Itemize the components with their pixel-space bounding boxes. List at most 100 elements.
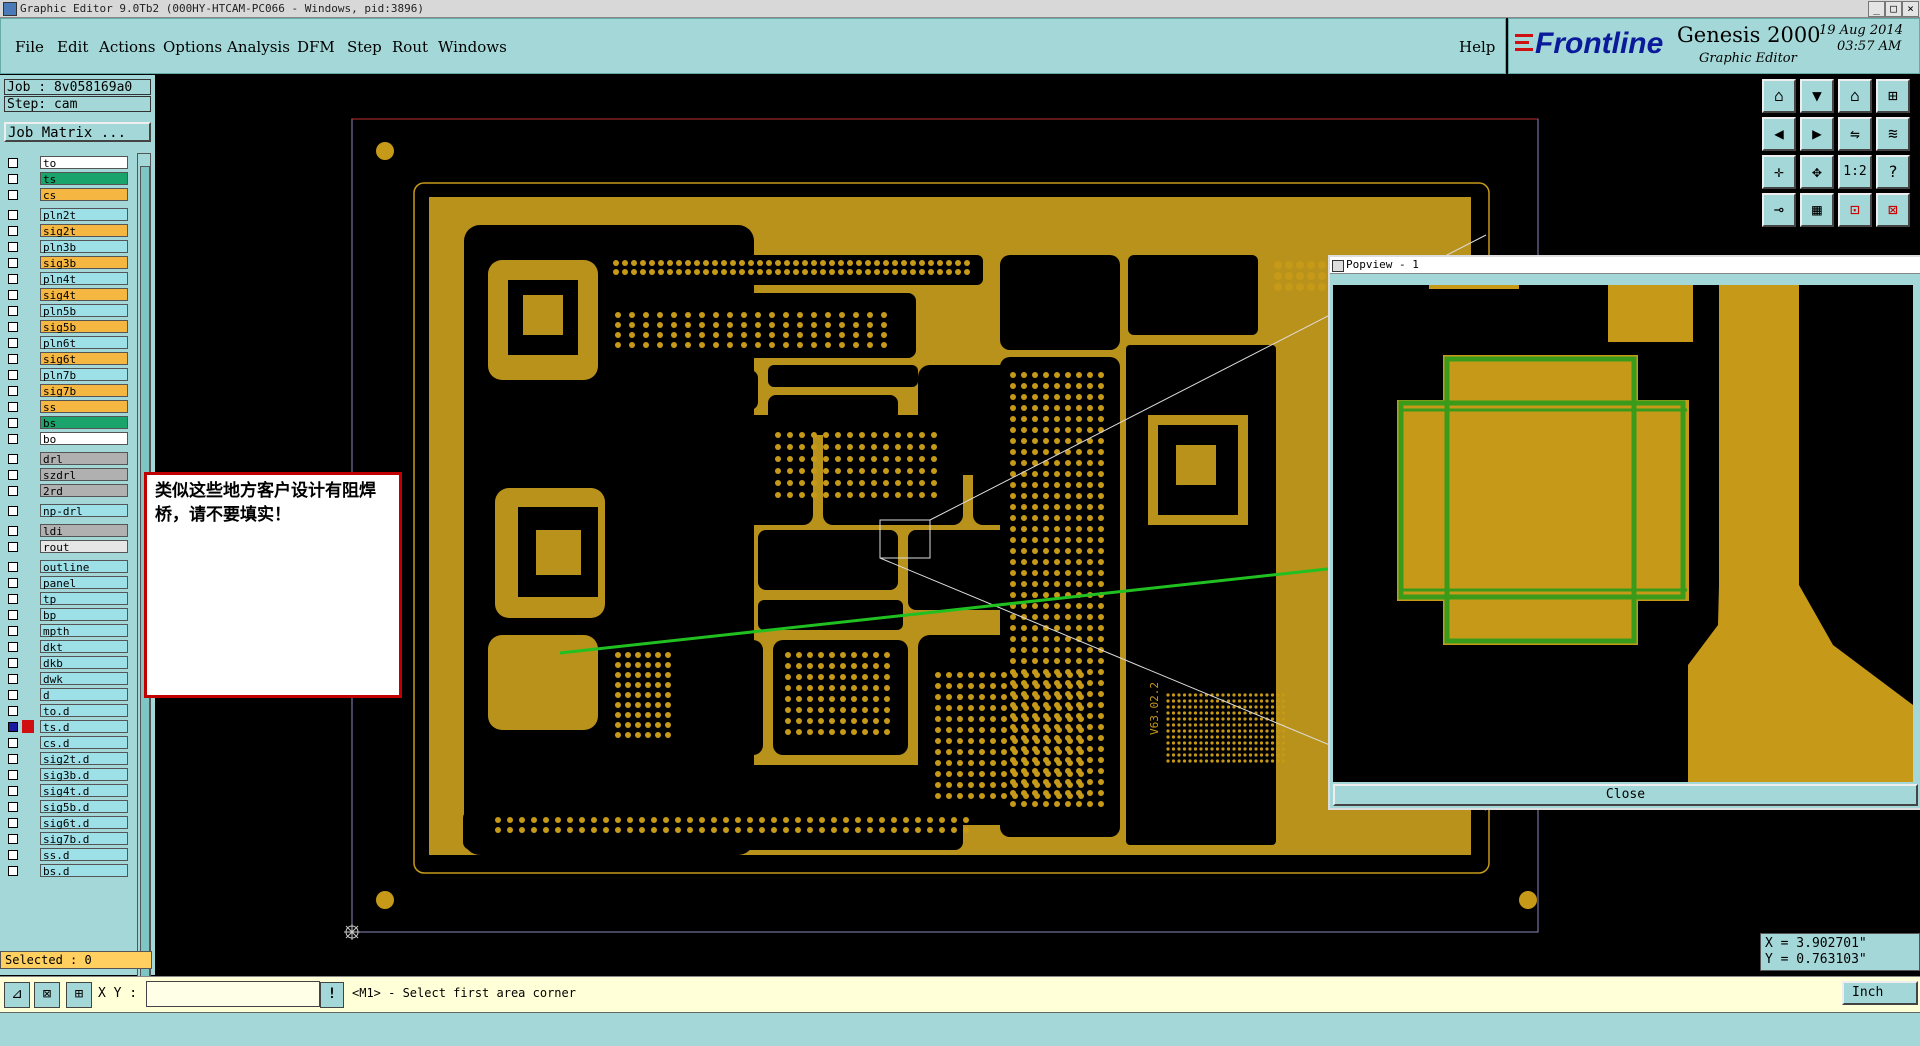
layer-color-swatch[interactable] bbox=[22, 560, 34, 573]
layer-name[interactable]: rout bbox=[40, 540, 128, 554]
layer-color-swatch[interactable] bbox=[22, 468, 34, 481]
layer-color-swatch[interactable] bbox=[22, 368, 34, 381]
layer-checkbox[interactable] bbox=[8, 210, 18, 220]
layer-name[interactable]: sig4t bbox=[40, 288, 128, 302]
layer-checkbox[interactable] bbox=[8, 578, 18, 588]
layer-row[interactable]: ts.d bbox=[6, 720, 128, 734]
menu-dfm[interactable]: DFM bbox=[297, 38, 335, 56]
layer-color-swatch[interactable] bbox=[22, 832, 34, 845]
units-selector[interactable]: Inch bbox=[1842, 981, 1918, 1005]
pan-right-icon[interactable]: ▶ bbox=[1800, 117, 1834, 151]
layer-checkbox[interactable] bbox=[8, 850, 18, 860]
layer-checkbox[interactable] bbox=[8, 770, 18, 780]
close-window-button[interactable]: × bbox=[1902, 1, 1919, 17]
layer-color-swatch[interactable] bbox=[22, 272, 34, 285]
layer-row[interactable]: sig2t bbox=[6, 224, 128, 238]
layer-color-swatch[interactable] bbox=[22, 504, 34, 517]
layer-checkbox[interactable] bbox=[8, 174, 18, 184]
xy-input[interactable] bbox=[146, 981, 320, 1007]
layer-color-swatch[interactable] bbox=[22, 816, 34, 829]
layer-name[interactable]: ss.d bbox=[40, 848, 128, 862]
layer-row[interactable]: drl bbox=[6, 452, 128, 466]
layer-color-swatch[interactable] bbox=[22, 800, 34, 813]
layer-row[interactable]: cs bbox=[6, 188, 128, 202]
layer-name[interactable]: pln6t bbox=[40, 336, 128, 350]
layer-name[interactable]: ss bbox=[40, 400, 128, 414]
layer-color-swatch[interactable] bbox=[22, 672, 34, 685]
layer-row[interactable]: to.d bbox=[6, 704, 128, 718]
layer-name[interactable]: sig5b.d bbox=[40, 800, 128, 814]
layer-row[interactable]: ldi bbox=[6, 524, 128, 538]
layer-checkbox[interactable] bbox=[8, 786, 18, 796]
layer-checkbox[interactable] bbox=[8, 386, 18, 396]
layer-name[interactable]: sig5b bbox=[40, 320, 128, 334]
layer-checkbox[interactable] bbox=[8, 258, 18, 268]
layer-checkbox[interactable] bbox=[8, 306, 18, 316]
layer-row[interactable]: pln7b bbox=[6, 368, 128, 382]
layer-name[interactable]: outline bbox=[40, 560, 128, 574]
layer-checkbox[interactable] bbox=[8, 818, 18, 828]
grid-tool-icon[interactable]: ⊞ bbox=[66, 982, 92, 1008]
layer-checkbox[interactable] bbox=[8, 454, 18, 464]
layer-checkbox[interactable] bbox=[8, 290, 18, 300]
layer-row[interactable]: ss.d bbox=[6, 848, 128, 862]
layer-row[interactable]: pln4t bbox=[6, 272, 128, 286]
minimize-button[interactable]: _ bbox=[1868, 1, 1885, 17]
layer-name[interactable]: tp bbox=[40, 592, 128, 606]
layer-row[interactable]: bs bbox=[6, 416, 128, 430]
layer-row[interactable]: pln2t bbox=[6, 208, 128, 222]
layer-color-swatch[interactable] bbox=[22, 848, 34, 861]
layer-color-swatch[interactable] bbox=[22, 432, 34, 445]
layer-color-swatch[interactable] bbox=[22, 400, 34, 413]
layer-checkbox[interactable] bbox=[8, 418, 18, 428]
layer-row[interactable]: pln3b bbox=[6, 240, 128, 254]
popview-close-button[interactable]: Close bbox=[1333, 784, 1918, 806]
select-tool-icon[interactable]: ⊿ bbox=[4, 982, 30, 1008]
layer-row[interactable]: dwk bbox=[6, 672, 128, 686]
layer-color-swatch[interactable] bbox=[22, 784, 34, 797]
layer-row[interactable]: sig6t bbox=[6, 352, 128, 366]
grid-icon[interactable]: ▦ bbox=[1800, 193, 1834, 227]
layer-name[interactable]: sig2t bbox=[40, 224, 128, 238]
layer-name[interactable]: ts bbox=[40, 172, 128, 186]
layer-checkbox[interactable] bbox=[8, 610, 18, 620]
window-split-icon[interactable]: ⊞ bbox=[1876, 79, 1910, 113]
layer-name[interactable]: cs bbox=[40, 188, 128, 202]
layer-name[interactable]: d bbox=[40, 688, 128, 702]
layer-checkbox[interactable] bbox=[8, 642, 18, 652]
layer-checkbox[interactable] bbox=[8, 274, 18, 284]
layer-color-swatch[interactable] bbox=[22, 416, 34, 429]
layer-row[interactable]: sig5b bbox=[6, 320, 128, 334]
menu-options[interactable]: Options bbox=[163, 38, 222, 56]
menu-step[interactable]: Step bbox=[347, 38, 382, 56]
layer-color-swatch[interactable] bbox=[22, 704, 34, 717]
zoom-down-icon[interactable]: ▼ bbox=[1800, 79, 1834, 113]
layer-color-swatch[interactable] bbox=[22, 720, 34, 733]
fit-screen-icon[interactable]: ✛ bbox=[1762, 155, 1796, 189]
layer-row[interactable]: pln6t bbox=[6, 336, 128, 350]
layer-color-swatch[interactable] bbox=[22, 384, 34, 397]
layer-row[interactable]: sig5b.d bbox=[6, 800, 128, 814]
layer-name[interactable]: panel bbox=[40, 576, 128, 590]
info-icon[interactable]: ! bbox=[320, 982, 344, 1008]
layer-checkbox[interactable] bbox=[8, 338, 18, 348]
layer-color-swatch[interactable] bbox=[22, 452, 34, 465]
menu-edit[interactable]: Edit bbox=[57, 38, 88, 56]
layer-name[interactable]: ldi bbox=[40, 524, 128, 538]
layer-checkbox[interactable] bbox=[8, 486, 18, 496]
measure-icon[interactable]: ⊸ bbox=[1762, 193, 1796, 227]
layer-row[interactable]: to bbox=[6, 156, 128, 170]
layer-color-swatch[interactable] bbox=[22, 688, 34, 701]
layer-color-swatch[interactable] bbox=[22, 656, 34, 669]
layer-name[interactable]: bp bbox=[40, 608, 128, 622]
menu-analysis[interactable]: Analysis bbox=[227, 38, 290, 56]
layer-name[interactable]: pln5b bbox=[40, 304, 128, 318]
layer-row[interactable]: szdrl bbox=[6, 468, 128, 482]
menu-rout[interactable]: Rout bbox=[392, 38, 428, 56]
redraw-icon[interactable]: ≋ bbox=[1876, 117, 1910, 151]
layer-name[interactable]: bs bbox=[40, 416, 128, 430]
layer-color-swatch[interactable] bbox=[22, 188, 34, 201]
layer-checkbox[interactable] bbox=[8, 738, 18, 748]
layer-row[interactable]: np-drl bbox=[6, 504, 128, 518]
layer-checkbox[interactable] bbox=[8, 690, 18, 700]
